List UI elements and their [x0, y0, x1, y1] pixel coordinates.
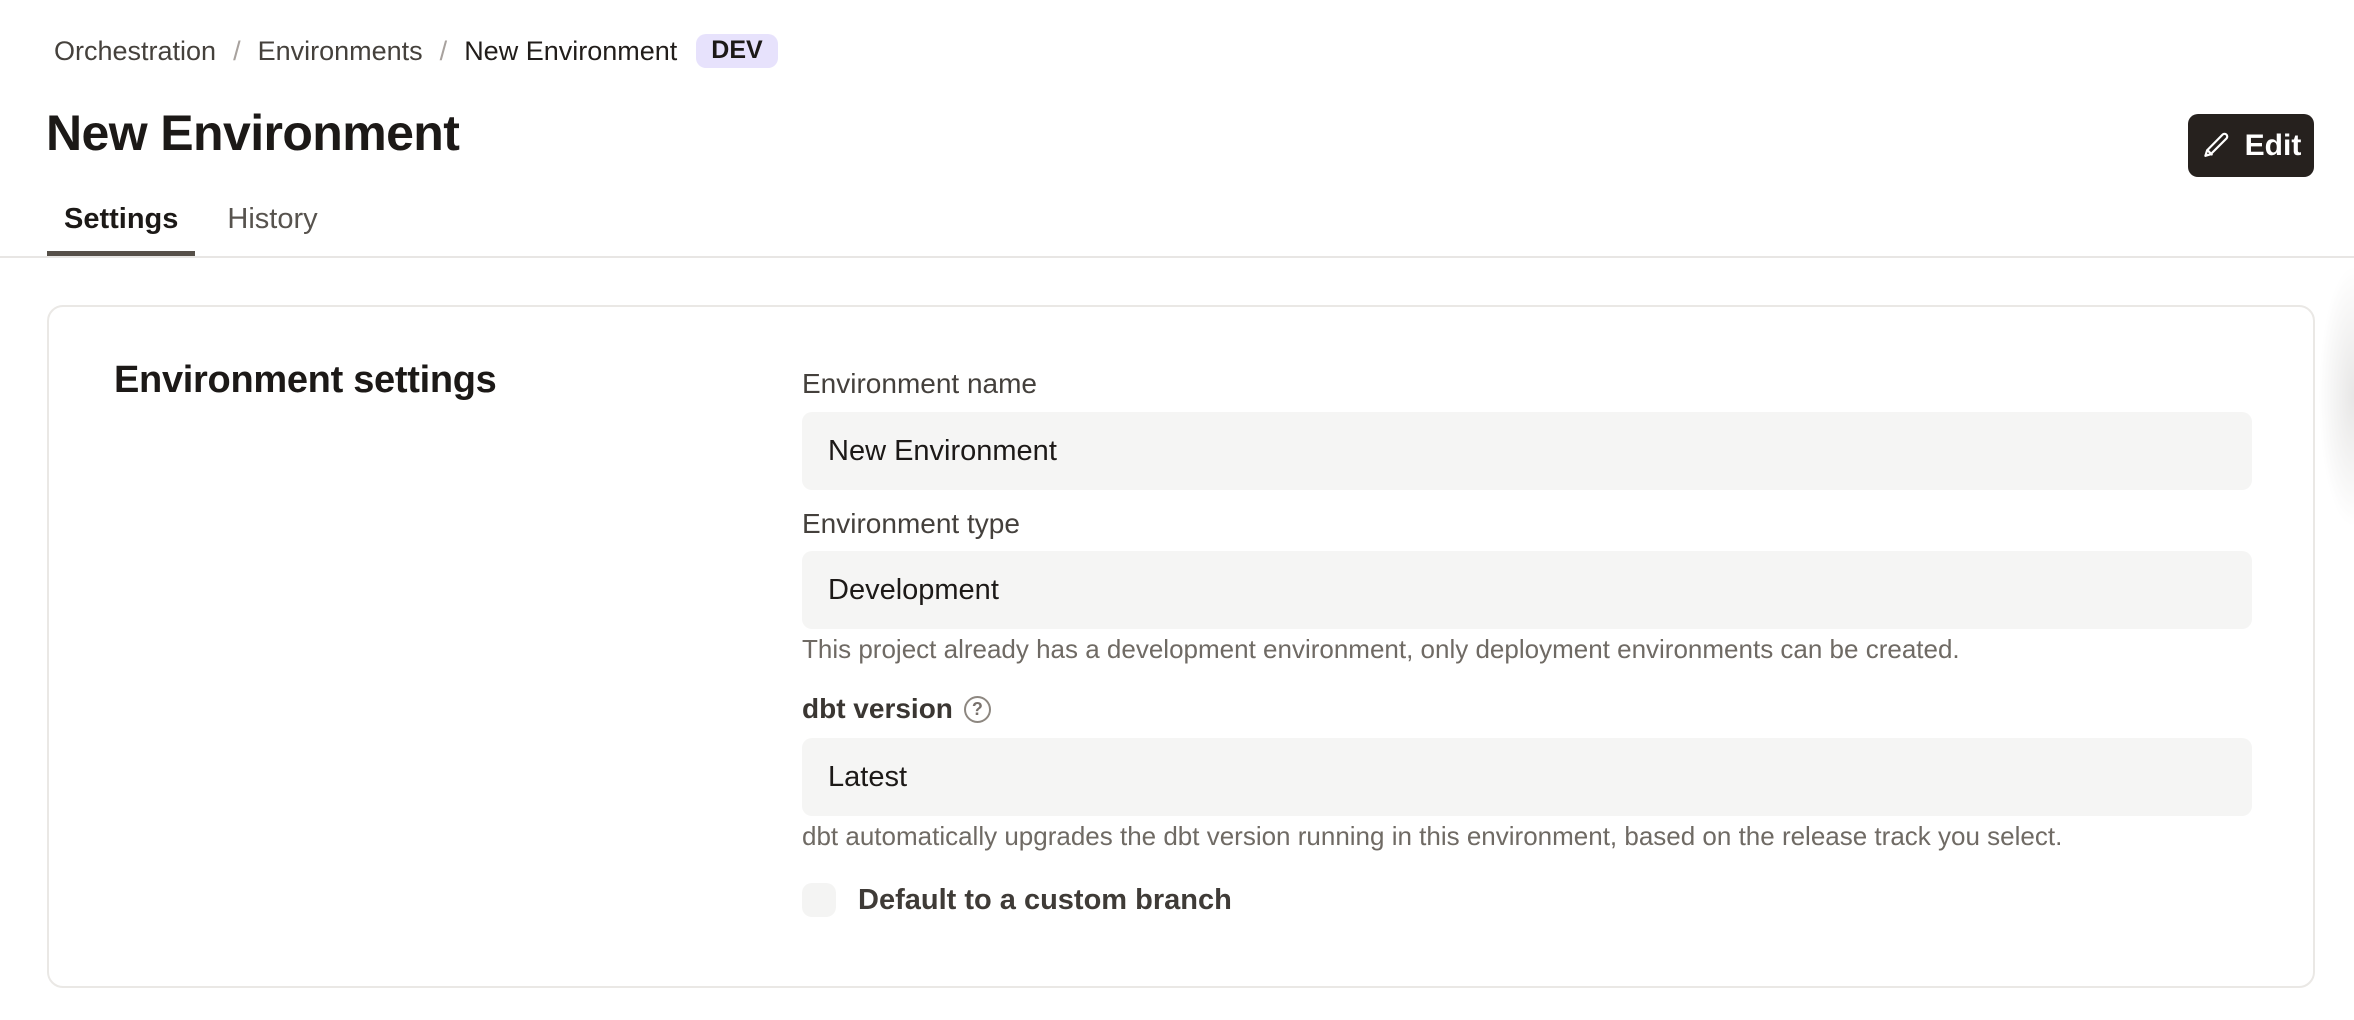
environment-name-input[interactable] [802, 412, 2252, 490]
breadcrumb-item-current[interactable]: New Environment [464, 36, 677, 67]
dbt-version-input[interactable] [802, 738, 2252, 816]
breadcrumb: Orchestration / Environments / New Envir… [54, 30, 778, 72]
edit-button-label: Edit [2245, 129, 2302, 163]
custom-branch-row: Default to a custom branch [802, 883, 1232, 917]
custom-branch-checkbox-label: Default to a custom branch [858, 884, 1232, 917]
tab-history[interactable]: History [210, 201, 334, 256]
environment-dev-badge: DEV [696, 34, 777, 68]
tab-bar: Settings History [47, 201, 350, 256]
environment-settings-card: Environment settings Environment name En… [47, 305, 2315, 988]
environment-type-helper-text: This project already has a development e… [802, 632, 1960, 666]
breadcrumb-item-environments[interactable]: Environments [258, 36, 423, 67]
custom-branch-checkbox[interactable] [802, 883, 836, 917]
breadcrumb-item-orchestration[interactable]: Orchestration [54, 36, 216, 67]
breadcrumb-separator: / [440, 36, 448, 67]
tab-settings[interactable]: Settings [47, 201, 195, 256]
dbt-version-label-text: dbt version [802, 692, 953, 726]
dbt-version-helper-text: dbt automatically upgrades the dbt versi… [802, 819, 2062, 853]
breadcrumb-separator: / [233, 36, 241, 67]
dbt-version-label: dbt version ? [802, 692, 991, 726]
page-title: New Environment [46, 104, 459, 162]
card-heading: Environment settings [114, 359, 497, 402]
help-icon[interactable]: ? [964, 696, 991, 723]
page: Orchestration / Environments / New Envir… [0, 0, 2354, 1020]
environment-type-input[interactable] [802, 551, 2252, 629]
edit-button[interactable]: Edit [2188, 114, 2314, 177]
tab-bar-divider [0, 256, 2354, 258]
environment-type-label: Environment type [802, 507, 1020, 541]
environment-name-label: Environment name [802, 367, 1037, 401]
pencil-icon [2201, 130, 2232, 161]
